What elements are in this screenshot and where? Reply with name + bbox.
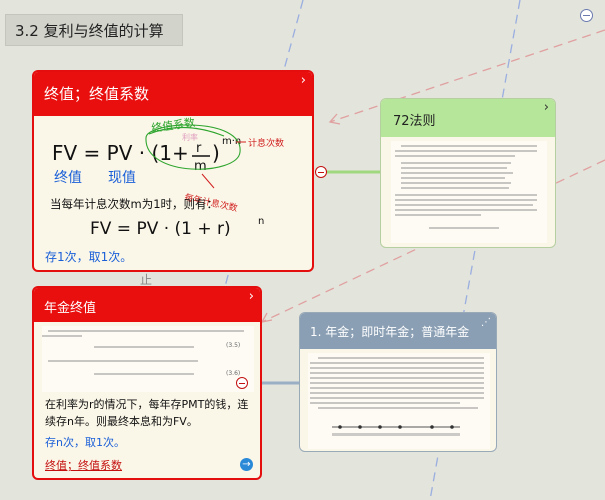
fv-note-line: 当每年计息次数m为1时，则有： (50, 197, 219, 211)
collapse-all-icon[interactable] (580, 9, 593, 22)
page-title: 3.2 复利与终值的计算 (5, 14, 183, 46)
annuity-eq2-number: (3.6) (226, 370, 241, 377)
annuity-types-card[interactable]: 1. 年金；即时年金；普通年金 ⋰ (299, 312, 497, 452)
svg-text:现值: 现值 (108, 170, 136, 186)
svg-text:r: r (196, 141, 202, 156)
svg-text:计息次数: 计息次数 (248, 137, 284, 149)
svg-text:n: n (258, 216, 264, 227)
arrow-right-circle-icon[interactable]: → (240, 458, 253, 471)
arrow-head-red-1 (328, 113, 341, 125)
svg-text:终值: 终值 (54, 170, 82, 186)
annuity-timeline (332, 425, 460, 436)
chevron-right-icon[interactable]: › (249, 290, 254, 303)
annuity-footer: 存n次，取1次。 (45, 436, 125, 449)
annuity-document-image: (3.5) (3.6) (42, 326, 254, 392)
annuity-card-header: 年金终值 › (34, 288, 260, 322)
fv-card[interactable]: 终值；终值系数 › FV = PV · (1+ r m ) m·n 终值 现值 … (32, 70, 314, 272)
fv-formula-m1: FV = PV · (1 + r) n (90, 216, 264, 239)
fv-card-title: 终值；终值系数 (44, 85, 150, 103)
svg-text:FV = PV · (1+: FV = PV · (1+ (52, 141, 189, 165)
annuity-eq1-number: (3.5) (226, 342, 241, 349)
fv-card-header: 终值；终值系数 › (34, 72, 312, 116)
rule72-card-title: 72法则 (393, 114, 436, 129)
annuity-types-document-image (308, 353, 490, 449)
annuity-card-title: 年金终值 (44, 301, 97, 316)
rule72-document-image (391, 141, 547, 243)
svg-text:FV = PV · (1 + r): FV = PV · (1 + r) (90, 219, 231, 239)
rule72-card-header: 72法则 › (381, 99, 555, 137)
svg-text:m: m (194, 159, 207, 174)
svg-text:利率: 利率 (182, 132, 198, 142)
chevron-right-icon[interactable]: › (301, 74, 306, 87)
annuity-link[interactable]: 终值；终值系数 (45, 457, 122, 473)
fv-collapse-icon[interactable] (315, 166, 327, 178)
hierarchy-icon[interactable]: ⋰ (481, 317, 491, 328)
faint-glyph: 止 (140, 273, 152, 287)
fv-footer: 存1次，取1次。 (45, 250, 133, 264)
chevron-right-icon[interactable]: › (544, 101, 549, 114)
annuity-collapse-icon[interactable] (236, 377, 248, 389)
annuity-card[interactable]: 年金终值 › (3.5) (3.6) 在利率为r的情况下，每年存PMT的钱，连续… (32, 286, 262, 480)
annuity-types-card-header: 1. 年金；即时年金；普通年金 ⋰ (300, 313, 496, 349)
rule72-card[interactable]: 72法则 › (380, 98, 556, 248)
svg-text:): ) (212, 141, 220, 165)
annuity-types-card-title: 1. 年金；即时年金；普通年金 (310, 325, 470, 339)
annuity-description: 在利率为r的情况下，每年存PMT的钱，连续存n年。则最终本息和为FV。 (45, 398, 249, 428)
